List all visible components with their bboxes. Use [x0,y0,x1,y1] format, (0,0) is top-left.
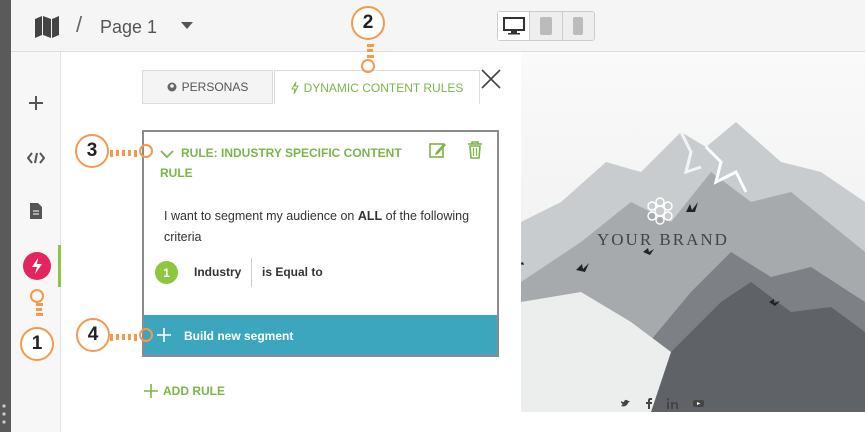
device-switcher [497,11,595,41]
callout-1-ring [30,289,44,303]
add-rule-button[interactable]: ADD RULE [143,383,225,399]
plus-icon [29,96,43,110]
tablet-view-button[interactable] [530,12,563,40]
tablet-icon [539,17,552,35]
criterion-field[interactable]: Industry [194,265,241,279]
twitter-icon[interactable] [620,398,631,409]
add-rule-label: ADD RULE [163,384,225,398]
tab-personas[interactable]: PERSONAS [142,70,273,104]
drag-handle-icon[interactable] [0,400,11,430]
page-button[interactable] [11,194,61,228]
callout-2-connector [367,44,373,58]
close-icon [481,69,501,89]
callout-4: 4 [76,318,110,352]
brand-logo [645,196,675,226]
plus-icon [144,384,158,398]
map-icon[interactable] [34,15,60,39]
add-element-button[interactable] [11,86,61,120]
desktop-icon [502,17,525,35]
left-sidebar [11,52,61,432]
page-title[interactable]: Page 1 [100,17,157,38]
rule-desc-bold: ALL [357,209,383,223]
criterion-divider [251,258,252,287]
tab-dynamic-label: DYNAMIC CONTENT RULES [303,80,464,95]
dynamic-content-button[interactable] [23,252,51,280]
callout-1: 1 [20,327,54,361]
callout-3: 3 [75,134,109,168]
rule-title[interactable]: RULE: INDUSTRY SPECIFIC CONTENT RULE [160,143,410,183]
tab-dynamic-content-rules[interactable]: DYNAMIC CONTENT RULES [274,70,480,104]
plus-icon [156,327,172,343]
close-panel-button[interactable] [478,66,504,92]
persona-icon [167,82,177,92]
rule-description: I want to segment my audience on ALL of … [164,206,484,248]
social-links [620,398,704,409]
brand-name: YOUR BRAND [597,230,729,249]
lightning-icon [32,258,42,274]
document-icon [30,203,42,219]
callout-1-connector [36,303,42,316]
mobile-view-button[interactable] [563,12,594,40]
callout-4-connector [110,334,137,340]
rule-desc-prefix: I want to segment my audience on [164,209,358,223]
criterion-number-badge: 1 [155,261,178,284]
chevron-down-icon[interactable] [181,22,193,29]
callout-3-ring [139,144,153,158]
code-button[interactable] [11,141,61,175]
breadcrumb-separator: / [76,12,83,37]
lightning-icon [290,81,299,94]
left-edge-strip [0,0,11,432]
facebook-icon[interactable] [645,398,653,409]
tab-personas-label: PERSONAS [181,80,249,94]
callout-2: 2 [351,6,385,40]
criterion-operator[interactable]: is Equal to [262,265,323,279]
build-new-segment-label: Build new segment [184,329,294,343]
callout-2-ring [361,59,375,73]
linkedin-icon[interactable] [667,398,679,409]
code-icon [27,152,45,164]
callout-4-ring [139,328,153,342]
mobile-icon [573,17,584,35]
desktop-view-button[interactable] [498,12,531,40]
trash-icon[interactable] [467,141,483,159]
edit-icon[interactable] [429,141,447,159]
youtube-icon[interactable] [693,398,704,409]
callout-3-connector [110,150,137,156]
